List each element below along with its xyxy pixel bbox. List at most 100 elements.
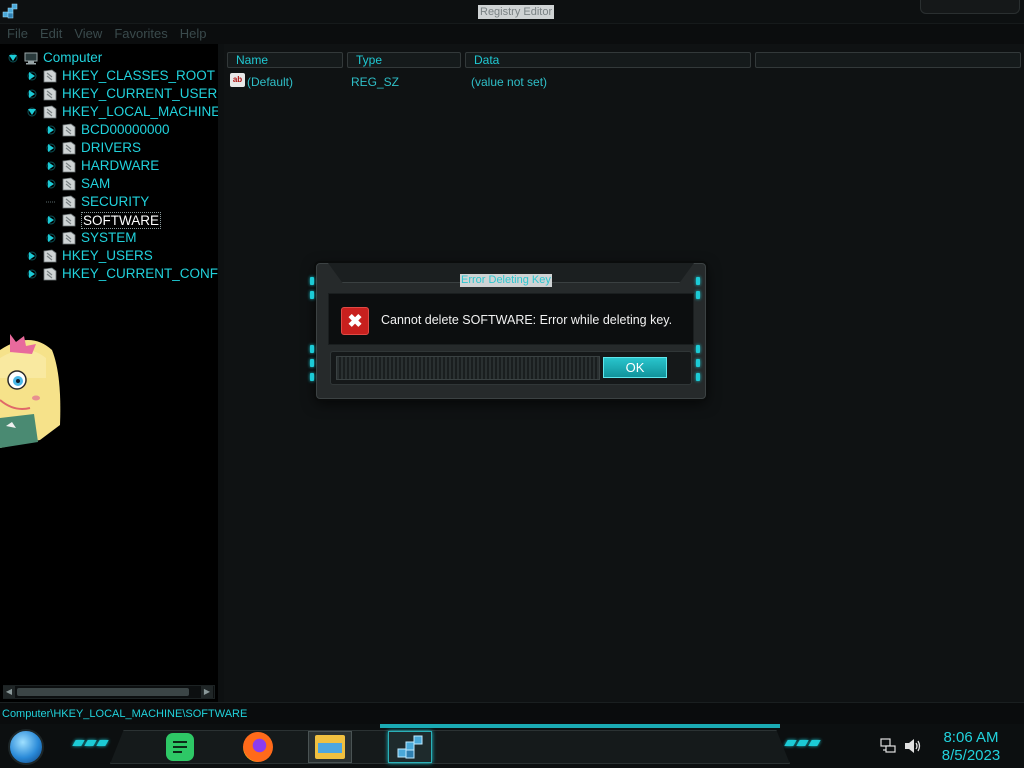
tree-item-label: SAM — [81, 176, 111, 191]
menu-view[interactable]: View — [68, 24, 108, 44]
dialog-led-left-4 — [310, 359, 314, 367]
tree-item-label: HARDWARE — [81, 158, 160, 173]
taskbar-notes-button[interactable] — [158, 731, 202, 763]
folder-icon — [62, 123, 76, 137]
tree-item-label: HKEY_CURRENT_CONFI — [62, 266, 218, 281]
taskbar-regedit-button[interactable] — [388, 731, 432, 763]
column-header-empty[interactable] — [755, 52, 1021, 68]
status-path: Computer\HKEY_LOCAL_MACHINE\SOFTWARE — [2, 708, 248, 720]
expand-arrow-icon[interactable] — [46, 215, 56, 225]
folder-icon — [43, 249, 57, 263]
value-name[interactable]: (Default) — [247, 75, 293, 89]
tree-item-label: Computer — [43, 50, 103, 65]
expand-arrow-icon[interactable] — [27, 89, 37, 99]
folder-icon — [62, 177, 76, 191]
dialog-led-left-1 — [310, 277, 314, 285]
menu-edit[interactable]: Edit — [34, 24, 68, 44]
tree-item-label: HKEY_USERS — [62, 248, 153, 263]
tree-item[interactable]: HKEY_CLASSES_ROOT — [27, 67, 215, 85]
string-value-icon: ab — [230, 73, 245, 87]
tree-item-label: HKEY_LOCAL_MACHINE — [62, 104, 218, 119]
tree-item[interactable]: BCD00000000 — [46, 121, 170, 139]
collapse-arrow-icon[interactable] — [27, 107, 37, 117]
folder-icon — [43, 267, 57, 281]
value-type: REG_SZ — [351, 75, 400, 89]
taskbar-led — [84, 740, 97, 746]
folder-icon — [62, 195, 76, 209]
column-header-name[interactable]: Name — [227, 52, 343, 68]
error-dialog: Error Deleting Key ✖ Cannot delete SOFTW… — [310, 263, 706, 399]
menu-file[interactable]: File — [0, 24, 34, 44]
start-button[interactable] — [8, 729, 44, 765]
tree-connector-line — [46, 197, 56, 207]
expand-arrow-icon[interactable] — [46, 179, 56, 189]
folder-icon — [315, 735, 345, 759]
taskbar-led — [808, 740, 821, 746]
clock-date[interactable]: 8/5/2023 — [936, 747, 1006, 764]
expand-arrow-icon[interactable] — [46, 233, 56, 243]
clock-time[interactable]: 8:06 AM — [936, 729, 1006, 746]
expand-arrow-icon[interactable] — [46, 161, 56, 171]
expand-arrow-icon[interactable] — [27, 251, 37, 261]
taskbar-led — [796, 740, 809, 746]
error-icon: ✖ — [341, 307, 369, 335]
folder-icon — [43, 87, 57, 101]
scroll-right-arrow-icon[interactable]: ▶ — [201, 686, 213, 698]
tree-item[interactable]: HKEY_CURRENT_CONFI — [27, 265, 218, 283]
folder-icon — [43, 105, 57, 119]
tree-item-label: SOFTWARE — [81, 211, 161, 229]
dialog-title: Error Deleting Key — [460, 274, 552, 287]
desktop-mascot-image — [0, 330, 64, 460]
registry-app-icon[interactable] — [2, 3, 18, 19]
dialog-footer-groove — [336, 356, 600, 380]
tree-item[interactable]: SOFTWARE — [46, 211, 161, 229]
tree-item[interactable]: Computer — [8, 49, 102, 67]
tree-item[interactable]: HKEY_LOCAL_MACHINE — [27, 103, 218, 121]
collapse-arrow-icon[interactable] — [8, 53, 18, 63]
folder-icon — [43, 69, 57, 83]
tree-item[interactable]: DRIVERS — [46, 139, 141, 157]
column-header-data[interactable]: Data — [465, 52, 751, 68]
expand-arrow-icon[interactable] — [27, 269, 37, 279]
taskbar-leds-right — [784, 740, 821, 746]
menu-bar: File Edit View Favorites Help — [0, 24, 1024, 44]
taskbar-leds-left — [72, 740, 109, 746]
expand-arrow-icon[interactable] — [27, 71, 37, 81]
tree-item-label: SYSTEM — [81, 230, 137, 245]
volume-icon[interactable] — [904, 738, 922, 754]
tree-item-label: HKEY_CURRENT_USER — [62, 86, 218, 101]
tree-item-label: SECURITY — [81, 194, 150, 209]
notes-icon — [166, 733, 194, 761]
taskbar-firefox-button[interactable] — [236, 731, 280, 763]
dialog-led-right-1 — [696, 277, 700, 285]
taskbar-led — [784, 740, 797, 746]
menu-favorites[interactable]: Favorites — [108, 24, 173, 44]
tree-item[interactable]: HARDWARE — [46, 157, 159, 175]
menu-help[interactable]: Help — [174, 24, 213, 44]
tree-item[interactable]: SAM — [46, 175, 110, 193]
dialog-led-right-3 — [696, 345, 700, 353]
taskbar-led — [96, 740, 109, 746]
tree-item[interactable]: HKEY_USERS — [27, 247, 153, 265]
tree-item[interactable]: SYSTEM — [46, 229, 137, 247]
value-data: (value not set) — [471, 75, 548, 89]
tree-item[interactable]: HKEY_CURRENT_USER — [27, 85, 217, 103]
dialog-led-right-4 — [696, 359, 700, 367]
dialog-led-right-5 — [696, 373, 700, 381]
tree-item[interactable]: SECURITY — [46, 193, 149, 211]
tree-item-label: BCD00000000 — [81, 122, 170, 137]
scroll-thumb[interactable] — [17, 688, 189, 696]
dialog-led-left-3 — [310, 345, 314, 353]
ok-button[interactable]: OK — [603, 357, 667, 378]
network-icon[interactable] — [880, 738, 896, 754]
dialog-led-left-2 — [310, 291, 314, 299]
expand-arrow-icon[interactable] — [46, 143, 56, 153]
dialog-led-left-5 — [310, 373, 314, 381]
folder-icon — [62, 231, 76, 245]
column-header-type[interactable]: Type — [347, 52, 461, 68]
taskbar-explorer-button[interactable] — [308, 731, 352, 763]
expand-arrow-icon[interactable] — [46, 125, 56, 135]
taskbar-accent-strip — [380, 724, 780, 728]
scroll-left-arrow-icon[interactable]: ◀ — [3, 686, 15, 698]
window-controls[interactable] — [920, 0, 1020, 14]
